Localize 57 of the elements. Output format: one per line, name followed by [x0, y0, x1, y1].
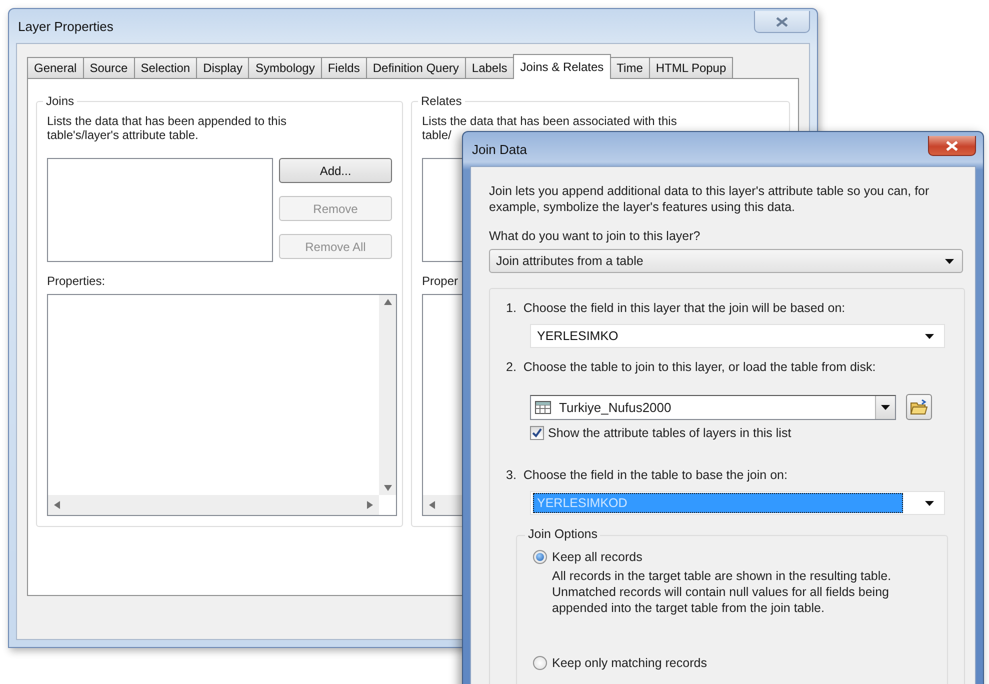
radio-button[interactable] — [533, 550, 547, 564]
table-dropdown[interactable]: Turkiye_Nufus2000 — [530, 394, 896, 420]
properties-label: Properties: — [47, 274, 106, 288]
description-text: Lists the data that has been appended to this — [47, 114, 288, 128]
window-title: Layer Properties — [17, 18, 114, 34]
tab[interactable]: Labels — [464, 57, 514, 79]
tab[interactable]: Selection — [134, 57, 198, 79]
scroll-right-icon[interactable] — [367, 501, 373, 509]
folder-icon — [910, 399, 928, 415]
tab[interactable]: General — [27, 57, 84, 79]
dropdown-button[interactable] — [875, 396, 895, 418]
check-icon — [532, 428, 542, 438]
tab[interactable]: Time — [610, 57, 650, 79]
tab[interactable]: Definition Query — [366, 57, 466, 79]
radio-button[interactable] — [533, 656, 547, 670]
scroll-down-icon[interactable] — [384, 485, 392, 491]
vertical-scrollbar[interactable] — [379, 295, 396, 495]
step-label: 2. Choose the table to join to this layer, or load the table from disk: — [506, 360, 877, 374]
scroll-up-icon[interactable] — [384, 299, 392, 305]
field-dropdown[interactable]: YERLESIMKO — [530, 324, 945, 348]
tab[interactable]: Display — [196, 57, 250, 79]
step-label: 1. Choose the field in this layer that the join will be based on: — [506, 301, 846, 315]
question-label: What do you want to join to this layer? — [489, 229, 702, 243]
option-label[interactable]: Keep all records — [552, 550, 642, 564]
group-heading: Joins — [43, 94, 78, 108]
option-description: All records in the target table are shown in the resulting table. Unmatched records will contain null values for all fields being appended into the target table from the join table. — [552, 568, 892, 616]
group-heading: Join Options — [525, 527, 600, 541]
intro-text: Join lets you append additional data to this layer's attribute table so you can, for example, symbolize the layer's features using this data. — [489, 183, 930, 215]
tab[interactable]: Joins & Relates — [513, 54, 611, 79]
option-label[interactable]: Keep only matching records — [552, 656, 707, 670]
tab[interactable]: HTML Popup — [648, 57, 734, 79]
caret-icon — [881, 404, 890, 410]
dialog-title: Join Data — [471, 142, 527, 156]
scroll-left-icon[interactable] — [54, 501, 60, 509]
close-button[interactable] — [928, 136, 976, 156]
properties-label: Proper — [422, 274, 460, 288]
caret-icon — [945, 258, 954, 264]
group-heading: Relates — [418, 94, 465, 108]
horizontal-scrollbar[interactable] — [48, 495, 379, 515]
description-text: Lists the data that has been associated with this — [422, 114, 678, 128]
close-icon — [946, 140, 958, 150]
open-folder-button[interactable] — [906, 394, 932, 420]
close-icon — [776, 16, 788, 26]
action-button[interactable]: Add... — [279, 158, 392, 183]
caret-icon — [925, 500, 934, 506]
show-tables-checkbox[interactable]: Show the attribute tables of layers in this list — [530, 426, 948, 440]
step-label: 3. Choose the field in the table to base the join on: — [506, 468, 788, 482]
scroll-left-icon[interactable] — [429, 501, 435, 509]
join-type-dropdown[interactable]: Join attributes from a table — [489, 249, 963, 273]
description-text: table's/layer's attribute table. — [47, 128, 200, 142]
caret-icon — [925, 334, 934, 338]
description-text: table/ — [422, 128, 452, 142]
table-icon — [535, 400, 551, 414]
tab[interactable]: Source — [82, 57, 135, 79]
tab[interactable]: Symbology — [248, 57, 322, 79]
tab[interactable]: Fields — [320, 57, 367, 79]
joins-list[interactable] — [47, 158, 273, 262]
